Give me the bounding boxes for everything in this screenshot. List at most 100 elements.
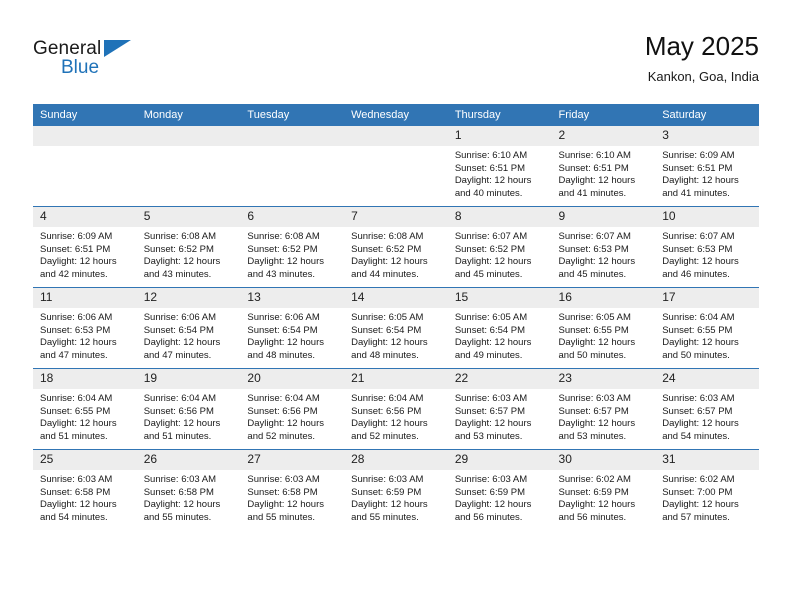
daylight-text: Daylight: 12 hours and 56 minutes. xyxy=(454,499,532,523)
day-details: Sunrise: 6:06 AM Sunset: 6:54 PM Daylight:… xyxy=(240,308,344,362)
calendar-day-cell[interactable]: 26 Sunrise: 6:03 AM Sunset: 6:58 PM Dayligh… xyxy=(136,449,241,530)
day-details: Sunrise: 6:03 AM Sunset: 6:59 PM Daylight:… xyxy=(344,470,448,524)
sunrise-text: Sunrise: 6:07 AM xyxy=(662,231,735,242)
calendar-day-cell[interactable]: 13 Sunrise: 6:06 AM Sunset: 6:54 PM Dayligh… xyxy=(240,287,345,369)
logo-word-blue: Blue xyxy=(61,57,100,78)
day-details: Sunrise: 6:05 AM Sunset: 6:54 PM Daylight:… xyxy=(344,308,448,362)
general-blue-logo[interactable]: General Blue xyxy=(33,38,173,86)
daylight-text: Daylight: 12 hours and 45 minutes. xyxy=(454,256,532,280)
day-number: 17 xyxy=(655,288,759,308)
sunset-text: Sunset: 6:52 PM xyxy=(351,243,422,255)
weekday-header-thursday: Thursday xyxy=(447,104,552,126)
day-number: 27 xyxy=(240,450,345,470)
sunset-text: Sunset: 6:51 PM xyxy=(558,162,629,174)
weekday-header-friday: Friday xyxy=(551,104,656,126)
calendar-day-cell[interactable]: 5 Sunrise: 6:08 AM Sunset: 6:52 PM Daylight… xyxy=(136,206,241,288)
daylight-text: Daylight: 12 hours and 50 minutes. xyxy=(558,337,636,361)
sunset-text: Sunset: 6:51 PM xyxy=(662,162,733,174)
page-title: May 2025 xyxy=(644,31,759,61)
calendar-day-cell[interactable]: 28 Sunrise: 6:03 AM Sunset: 6:59 PM Dayligh… xyxy=(344,449,448,530)
sunrise-text: Sunrise: 6:10 AM xyxy=(454,150,528,161)
sunrise-text: Sunrise: 6:04 AM xyxy=(40,393,113,404)
sunrise-text: Sunrise: 6:05 AM xyxy=(351,312,424,323)
calendar-day-cell[interactable]: 18 Sunrise: 6:04 AM Sunset: 6:55 PM Dayligh… xyxy=(33,368,137,450)
calendar-week-row: 18 Sunrise: 6:04 AM Sunset: 6:55 PM Dayligh… xyxy=(33,368,759,450)
calendar-day-cell[interactable]: 17 Sunrise: 6:04 AM Sunset: 6:55 PM Dayligh… xyxy=(655,287,759,369)
sunset-text: Sunset: 6:53 PM xyxy=(662,243,733,255)
sunset-text: Sunset: 6:56 PM xyxy=(351,405,422,417)
triangle-icon xyxy=(104,40,131,57)
weekday-header-saturday: Saturday xyxy=(655,104,759,126)
day-number: 30 xyxy=(551,450,656,470)
calendar-day-cell[interactable]: 19 Sunrise: 6:04 AM Sunset: 6:56 PM Dayligh… xyxy=(136,368,241,450)
day-number: 13 xyxy=(240,288,345,308)
day-details: Sunrise: 6:06 AM Sunset: 6:54 PM Daylight:… xyxy=(137,308,241,362)
sunrise-text: Sunrise: 6:03 AM xyxy=(454,474,528,485)
calendar-day-cell[interactable]: 8 Sunrise: 6:07 AM Sunset: 6:52 PM Daylight… xyxy=(447,206,552,288)
calendar-day-cell[interactable]: 23 Sunrise: 6:03 AM Sunset: 6:57 PM Dayligh… xyxy=(551,368,656,450)
calendar-day-cell[interactable]: 29 Sunrise: 6:03 AM Sunset: 6:59 PM Dayligh… xyxy=(447,449,552,530)
sunrise-text: Sunrise: 6:10 AM xyxy=(558,150,631,161)
day-details: Sunrise: 6:07 AM Sunset: 6:52 PM Daylight:… xyxy=(448,227,552,281)
day-details: Sunrise: 6:03 AM Sunset: 6:58 PM Daylight:… xyxy=(33,470,137,524)
calendar-day-cell[interactable]: 3 Sunrise: 6:09 AM Sunset: 6:51 PM Daylight… xyxy=(655,126,759,207)
calendar-day-cell[interactable]: 21 Sunrise: 6:04 AM Sunset: 6:56 PM Dayligh… xyxy=(344,368,448,450)
sunset-text: Sunset: 6:56 PM xyxy=(143,405,214,417)
daylight-text: Daylight: 12 hours and 54 minutes. xyxy=(662,418,739,442)
sunrise-text: Sunrise: 6:08 AM xyxy=(143,231,217,242)
calendar-day-cell[interactable]: 11 Sunrise: 6:06 AM Sunset: 6:53 PM Dayligh… xyxy=(33,287,137,369)
calendar-day-cell[interactable]: 1 Sunrise: 6:10 AM Sunset: 6:51 PM Daylight… xyxy=(447,126,552,207)
calendar-day-cell[interactable]: 24 Sunrise: 6:03 AM Sunset: 6:57 PM Dayligh… xyxy=(655,368,759,450)
calendar-day-cell[interactable]: 30 Sunrise: 6:02 AM Sunset: 6:59 PM Dayligh… xyxy=(551,449,656,530)
sunrise-text: Sunrise: 6:03 AM xyxy=(143,474,217,485)
calendar-day-cell[interactable]: 9 Sunrise: 6:07 AM Sunset: 6:53 PM Daylight… xyxy=(551,206,656,288)
sunrise-text: Sunrise: 6:03 AM xyxy=(662,393,735,404)
sunrise-text: Sunrise: 6:07 AM xyxy=(454,231,528,242)
calendar-day-cell[interactable]: 14 Sunrise: 6:05 AM Sunset: 6:54 PM Dayligh… xyxy=(344,287,448,369)
sunrise-text: Sunrise: 6:05 AM xyxy=(558,312,631,323)
location-subtitle: Kankon, Goa, India xyxy=(647,69,759,84)
calendar-day-cell[interactable]: 2 Sunrise: 6:10 AM Sunset: 6:51 PM Daylight… xyxy=(551,126,656,207)
daylight-text: Daylight: 12 hours and 47 minutes. xyxy=(143,337,221,361)
sunset-text: Sunset: 6:59 PM xyxy=(351,486,422,498)
calendar-day-cell-empty xyxy=(136,126,241,207)
day-number: 29 xyxy=(447,450,552,470)
day-details: Sunrise: 6:04 AM Sunset: 6:56 PM Daylight:… xyxy=(344,389,448,443)
calendar-day-cell[interactable]: 31 Sunrise: 6:02 AM Sunset: 7:00 PM Dayligh… xyxy=(655,449,759,530)
daylight-text: Daylight: 12 hours and 41 minutes. xyxy=(662,175,739,199)
day-details: Sunrise: 6:10 AM Sunset: 6:51 PM Daylight:… xyxy=(552,146,656,200)
sunrise-text: Sunrise: 6:08 AM xyxy=(247,231,320,242)
sunset-text: Sunset: 6:51 PM xyxy=(454,162,526,174)
sunset-text: Sunset: 6:57 PM xyxy=(454,405,526,417)
day-details: Sunrise: 6:03 AM Sunset: 6:57 PM Daylight:… xyxy=(448,389,552,443)
daylight-text: Daylight: 12 hours and 51 minutes. xyxy=(40,418,117,442)
sunset-text: Sunset: 6:54 PM xyxy=(143,324,214,336)
day-number xyxy=(33,126,137,146)
calendar-day-cell[interactable]: 25 Sunrise: 6:03 AM Sunset: 6:58 PM Dayligh… xyxy=(33,449,137,530)
calendar-day-cell[interactable]: 10 Sunrise: 6:07 AM Sunset: 6:53 PM Dayligh… xyxy=(655,206,759,288)
day-number: 11 xyxy=(33,288,137,308)
calendar-day-cell[interactable]: 6 Sunrise: 6:08 AM Sunset: 6:52 PM Daylight… xyxy=(240,206,345,288)
calendar-day-cell[interactable]: 22 Sunrise: 6:03 AM Sunset: 6:57 PM Dayligh… xyxy=(447,368,552,450)
sunrise-text: Sunrise: 6:03 AM xyxy=(40,474,113,485)
calendar-day-cell[interactable]: 20 Sunrise: 6:04 AM Sunset: 6:56 PM Dayligh… xyxy=(240,368,345,450)
weekday-header-tuesday: Tuesday xyxy=(240,104,345,126)
daylight-text: Daylight: 12 hours and 40 minutes. xyxy=(454,175,532,199)
calendar-day-cell[interactable]: 12 Sunrise: 6:06 AM Sunset: 6:54 PM Dayligh… xyxy=(136,287,241,369)
daylight-text: Daylight: 12 hours and 53 minutes. xyxy=(454,418,532,442)
daylight-text: Daylight: 12 hours and 54 minutes. xyxy=(40,499,117,523)
sunset-text: Sunset: 6:57 PM xyxy=(558,405,629,417)
calendar-day-cell[interactable]: 7 Sunrise: 6:08 AM Sunset: 6:52 PM Daylight… xyxy=(344,206,448,288)
weekday-header-sunday: Sunday xyxy=(33,104,137,126)
day-number: 9 xyxy=(551,207,656,227)
calendar-day-cell[interactable]: 15 Sunrise: 6:05 AM Sunset: 6:54 PM Dayligh… xyxy=(447,287,552,369)
daylight-text: Daylight: 12 hours and 44 minutes. xyxy=(351,256,428,280)
sunrise-text: Sunrise: 6:02 AM xyxy=(558,474,631,485)
calendar-day-cell[interactable]: 4 Sunrise: 6:09 AM Sunset: 6:51 PM Daylight… xyxy=(33,206,137,288)
calendar-week-row: 1 Sunrise: 6:10 AM Sunset: 6:51 PM Daylight… xyxy=(33,126,759,207)
calendar-day-cell[interactable]: 16 Sunrise: 6:05 AM Sunset: 6:55 PM Dayligh… xyxy=(551,287,656,369)
calendar-day-cell[interactable]: 27 Sunrise: 6:03 AM Sunset: 6:58 PM Dayligh… xyxy=(240,449,345,530)
sunset-text: Sunset: 6:52 PM xyxy=(143,243,214,255)
day-details: Sunrise: 6:09 AM Sunset: 6:51 PM Daylight:… xyxy=(33,227,137,281)
sunset-text: Sunset: 6:53 PM xyxy=(40,324,111,336)
